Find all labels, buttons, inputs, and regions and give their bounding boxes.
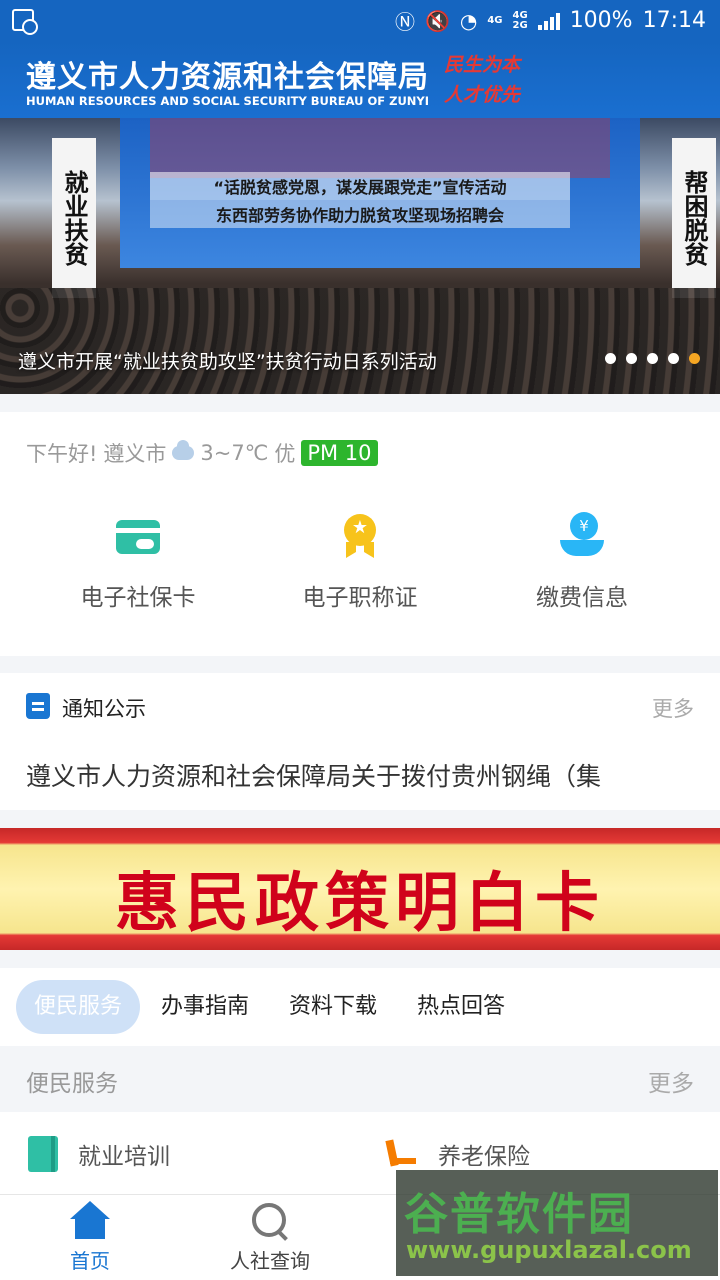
notice-icon [26, 693, 50, 719]
policy-banner-text: 惠民政策明白卡 [115, 866, 605, 941]
banner-caption: 遵义市开展“就业扶贫助攻坚”扶贫行动日系列活动 [18, 351, 437, 373]
services-section-header: 便民服务 更多 [0, 1046, 720, 1112]
watermark-overlay: 谷普软件园 www.gupuxlazal.com [396, 1170, 718, 1276]
home-icon [70, 1201, 110, 1241]
air-quality: 优 [274, 442, 296, 466]
weather-line: 下午好! 遵义市 3~7℃ 优 PM 10 [26, 438, 378, 468]
greeting: 下午好! [26, 442, 98, 466]
book-icon [28, 1136, 58, 1172]
slogan-line-2: 人才优先 [444, 84, 521, 106]
app-header: 遵义市人力资源和社会保障局 HUMAN RESOURCES AND SOCIAL… [0, 42, 720, 118]
banner-crowd-photo [0, 288, 720, 394]
notice-title: 通知公示 [62, 697, 146, 721]
search-icon [250, 1201, 290, 1241]
tab-hot-answers[interactable]: 热点回答 [399, 980, 523, 1034]
slogan-line-1: 民生为本 [444, 54, 521, 76]
nav-home[interactable]: 首页 [0, 1201, 180, 1274]
banner-carousel[interactable]: “话脱贫感党恩，谋发展跟党走”宣传活动 东西部劳务协作助力脱贫攻坚现场招聘会 就… [0, 118, 720, 394]
cloud-icon [172, 440, 195, 460]
quick-action-payment-info[interactable]: ¥ 缴费信息 [462, 512, 702, 612]
clock: 17:14 [642, 8, 706, 33]
nav-hr-query[interactable]: 人社查询 [180, 1201, 360, 1274]
mute-icon: 🔇 [424, 8, 450, 33]
medal-icon [336, 512, 384, 560]
notice-item[interactable]: 遵义市人力资源和社会保障局关于拨付贵州钢绳（集 [26, 757, 686, 793]
header-title: 遵义市人力资源和社会保障局 [26, 60, 429, 95]
section-title: 便民服务 [26, 1071, 118, 1097]
carousel-dot-active[interactable] [689, 353, 700, 364]
payment-hand-icon: ¥ [558, 512, 606, 560]
nfc-icon: Ⓝ [394, 10, 415, 34]
tab-convenience-services[interactable]: 便民服务 [16, 980, 141, 1034]
nav-label: 人社查询 [230, 1249, 310, 1273]
carousel-dot[interactable] [647, 353, 658, 364]
tab-downloads[interactable]: 资料下载 [271, 980, 395, 1034]
network-type-bottom: 2G [512, 19, 528, 31]
header-subtitle: HUMAN RESOURCES AND SOCIAL SECURITY BURE… [26, 94, 430, 108]
service-label: 养老保险 [438, 1144, 530, 1170]
quick-action-social-card[interactable]: 电子社保卡 [18, 512, 258, 612]
carousel-dot[interactable] [668, 353, 679, 364]
policy-card-banner[interactable]: 惠民政策明白卡 [0, 828, 720, 950]
banner-stage-line-1: “话脱贫感党恩，谋发展跟党走”宣传活动 [150, 172, 570, 200]
service-label: 就业培训 [78, 1144, 170, 1170]
quick-action-title-cert[interactable]: 电子职称证 [240, 512, 480, 612]
screen-record-icon [12, 9, 38, 35]
notice-section: 通知公示 更多 遵义市人力资源和社会保障局关于拨付贵州钢绳（集 [0, 673, 720, 810]
network-type-left: 4G [487, 14, 503, 26]
quick-action-label: 缴费信息 [536, 585, 628, 611]
service-pension-insurance[interactable]: 养老保险 [384, 1136, 530, 1172]
service-employment-training[interactable]: 就业培训 [28, 1136, 170, 1172]
quick-panel: 下午好! 遵义市 3~7℃ 优 PM 10 电子社保卡 电子职称证 ¥ 缴费信息 [0, 412, 720, 656]
status-bar: Ⓝ 🔇 ◔ 4G 4G 2G 100% 17:14 [0, 0, 720, 42]
chair-icon [384, 1136, 418, 1172]
status-indicators: Ⓝ 🔇 ◔ 4G 4G 2G 100% 17:14 [395, 6, 706, 35]
pm-badge: PM 10 [301, 440, 378, 466]
banner-stage-line-2: 东西部劳务协作助力脱贫攻坚现场招聘会 [150, 200, 570, 228]
banner-stage-header [150, 118, 610, 178]
weather-city: 遵义市 [103, 442, 167, 466]
banner-right-sign: 帮困脱贫 [672, 138, 716, 298]
weather-temperature: 3~7℃ [200, 441, 269, 465]
carousel-dot[interactable] [626, 353, 637, 364]
network-type: 4G 2G [512, 10, 528, 31]
quick-action-label: 电子职称证 [302, 585, 418, 611]
watermark-name: 谷普软件园 [404, 1189, 634, 1240]
notice-more-link[interactable]: 更多 [652, 693, 694, 723]
header-slogan: 民生为本 人才优先 [444, 50, 534, 110]
carousel-dot[interactable] [605, 353, 616, 364]
banner-left-sign: 就业扶贫 [52, 138, 96, 298]
service-tabs: 便民服务 办事指南 资料下载 热点回答 [0, 968, 720, 1046]
battery-level: 100% [569, 8, 633, 33]
quick-action-label: 电子社保卡 [80, 585, 196, 611]
tab-service-guide[interactable]: 办事指南 [143, 980, 267, 1034]
watermark-url: www.gupuxlazal.com [406, 1236, 692, 1264]
signal-icon [537, 12, 560, 30]
wifi-icon: ◔ [459, 8, 478, 33]
social-security-card-icon [114, 512, 162, 560]
nav-label: 首页 [70, 1249, 110, 1273]
section-more-link[interactable]: 更多 [648, 1064, 694, 1098]
carousel-indicator [605, 353, 700, 364]
